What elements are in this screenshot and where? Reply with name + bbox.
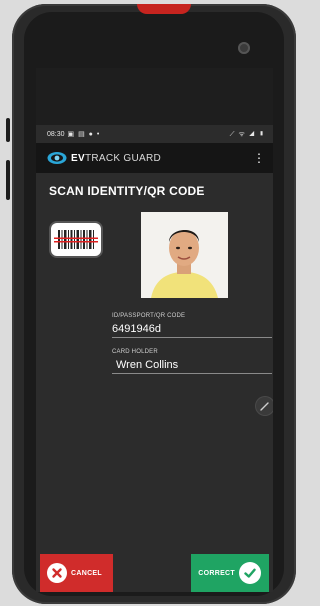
- evtrack-logo-icon: [47, 151, 67, 165]
- cancel-x-icon: [47, 563, 67, 583]
- edit-button[interactable]: [256, 397, 273, 415]
- cardholder-field-label: CARD HOLDER: [112, 349, 158, 355]
- overflow-menu-icon[interactable]: ⋮: [253, 152, 265, 164]
- app-logo-text: EVTRACK GUARD: [71, 153, 161, 164]
- screen-blank-area: [36, 68, 273, 125]
- phone-screen: 08:30 ▣ ▤ ● • ⟋ ᯤ ◢ ▮ EVTRACK GUARD ⋮ SC…: [36, 68, 273, 592]
- status-bar: 08:30 ▣ ▤ ● • ⟋ ᯤ ◢ ▮: [36, 125, 273, 143]
- scan-barcode-button[interactable]: [51, 223, 101, 256]
- system-icons: ⟋ ᯤ ◢ ▮: [229, 130, 265, 138]
- correct-label: CORRECT: [198, 569, 235, 577]
- notification-icons: ▣ ▤ ● •: [67, 131, 101, 138]
- volume-up-button[interactable]: [6, 118, 10, 142]
- checkmark-icon: [239, 562, 261, 584]
- id-field-underline: [112, 337, 272, 338]
- volume-down-button[interactable]: [6, 160, 10, 200]
- id-field-value[interactable]: 6491946d: [112, 323, 272, 335]
- page-title: SCAN IDENTITY/QR CODE: [49, 184, 205, 198]
- cancel-label: CANCEL: [71, 569, 102, 577]
- front-camera-icon: [238, 42, 250, 54]
- id-field-label: ID/PASSPORT/QR CODE: [112, 313, 186, 319]
- speaker-grille: [137, 4, 191, 14]
- id-field[interactable]: ID/PASSPORT/QR CODE 6491946d: [112, 313, 272, 338]
- pencil-icon: [260, 402, 269, 411]
- cardholder-field-underline: [112, 373, 272, 374]
- cardholder-field-value[interactable]: Wren Collins: [116, 359, 272, 371]
- status-time: 08:30: [47, 130, 65, 138]
- cardholder-photo: [141, 212, 228, 298]
- barcode-icon: [54, 230, 98, 249]
- correct-button[interactable]: CORRECT: [191, 554, 269, 592]
- logo-text-bold: EV: [71, 152, 85, 164]
- logo-text-light: TRACK GUARD: [84, 152, 162, 164]
- cardholder-field[interactable]: CARD HOLDER Wren Collins: [112, 349, 272, 374]
- app-bar: EVTRACK GUARD ⋮: [36, 143, 273, 173]
- cancel-button[interactable]: CANCEL: [40, 554, 113, 592]
